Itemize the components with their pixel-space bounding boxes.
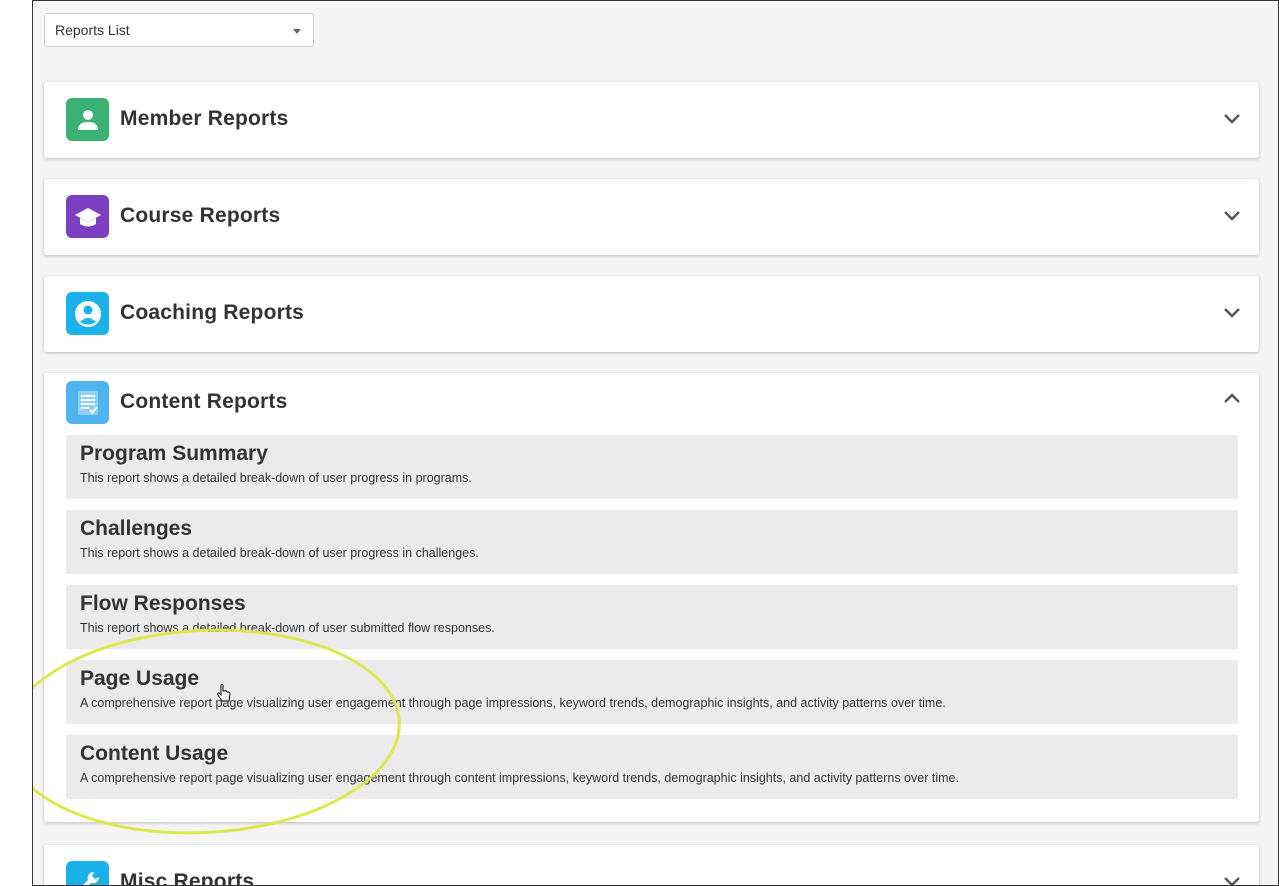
section-course-reports: Course Reports [44,179,1259,255]
coach-avatar-icon [66,292,109,335]
section-header-member-reports[interactable]: Member Reports [44,82,1259,158]
checklist-icon [66,381,109,424]
caret-down-icon [293,29,301,34]
section-member-reports: Member Reports [44,82,1259,158]
section-header-misc-reports[interactable]: Misc Reports [44,845,1259,886]
report-item-title: Challenges [80,517,193,540]
section-misc-reports: Misc Reports [44,845,1259,886]
reports-page: Reports List Member Reports Course Repor… [32,0,1279,886]
chevron-up-icon[interactable] [1223,391,1241,405]
report-item-description: This report shows a detailed break-down … [80,471,472,485]
report-item-program-summary[interactable]: Program Summary This report shows a deta… [66,435,1238,499]
chevron-down-icon[interactable] [1223,209,1241,223]
wrench-icon [66,861,109,885]
reports-view-select-value: Reports List [55,22,130,38]
report-item-title: Program Summary [80,442,268,465]
graduation-cap-icon [66,195,109,238]
report-item-title: Flow Responses [80,592,246,615]
section-title: Course Reports [120,204,281,227]
hand-cursor-icon [217,684,231,702]
section-title: Content Reports [120,390,288,413]
section-header-coaching-reports[interactable]: Coaching Reports [44,276,1259,352]
person-icon [66,98,109,141]
report-item-description: This report shows a detailed break-down … [80,546,479,560]
section-header-course-reports[interactable]: Course Reports [44,179,1259,255]
section-title: Misc Reports [120,870,255,886]
chevron-down-icon[interactable] [1223,875,1241,886]
report-item-challenges[interactable]: Challenges This report shows a detailed … [66,510,1238,574]
section-coaching-reports: Coaching Reports [44,276,1259,352]
reports-view-select[interactable]: Reports List [44,13,314,47]
chevron-down-icon[interactable] [1223,306,1241,320]
chevron-down-icon[interactable] [1223,112,1241,126]
section-title: Member Reports [120,107,289,130]
section-title: Coaching Reports [120,301,305,324]
section-header-content-reports[interactable]: Content Reports [44,373,1259,435]
